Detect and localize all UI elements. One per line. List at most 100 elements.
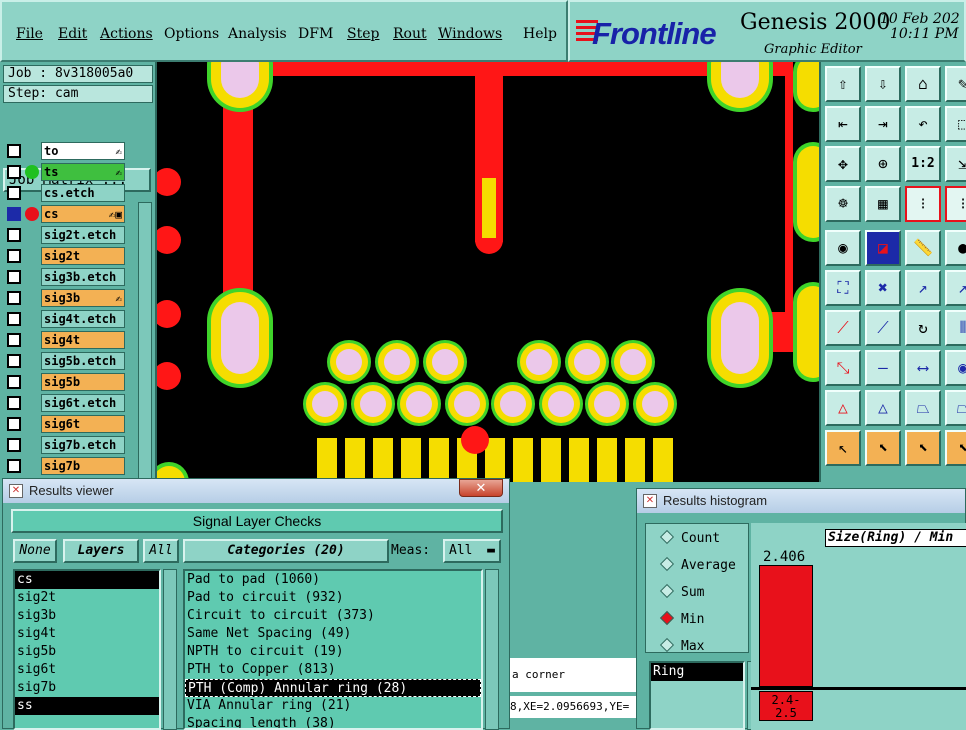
cross-icon[interactable]: ✖: [865, 270, 901, 306]
results-viewer-titlebar[interactable]: ✕ Results viewer ✕: [3, 479, 509, 503]
layer-row[interactable]: sig3b.etch: [5, 268, 125, 286]
menu-file[interactable]: File: [16, 26, 43, 42]
menu-step[interactable]: Step: [347, 26, 379, 42]
category-item[interactable]: Same Net Spacing (49): [185, 625, 481, 643]
mode-radio-max[interactable]: Max: [658, 634, 704, 660]
category-item[interactable]: Spacing length (38): [185, 715, 481, 728]
layer-row[interactable]: sig5b: [5, 373, 125, 391]
layer-name[interactable]: sig4t.etch: [41, 310, 125, 328]
layer-row[interactable]: sig5b.etch: [5, 352, 125, 370]
resize-icon[interactable]: ⇲: [945, 146, 966, 182]
none-button[interactable]: None: [13, 539, 57, 563]
layer-checkbox[interactable]: [7, 333, 21, 347]
rotate-icon[interactable]: ↻: [905, 310, 941, 346]
ruler-icon[interactable]: 📏: [905, 230, 941, 266]
layers-button[interactable]: Layers: [63, 539, 139, 563]
category-item[interactable]: VIA Annular ring (21): [185, 697, 481, 715]
graphic-canvas[interactable]: [157, 62, 819, 482]
categories-button[interactable]: Categories (20): [183, 539, 389, 563]
layer-name[interactable]: sig4t: [41, 331, 125, 349]
net-icon[interactable]: ⛶: [825, 270, 861, 306]
layer-row[interactable]: sig3b ✍: [5, 289, 125, 307]
layer-checkbox[interactable]: [7, 186, 21, 200]
layer-checkbox[interactable]: [7, 417, 21, 431]
width-icon[interactable]: ⟷: [905, 350, 941, 386]
polygon-icon[interactable]: ⏢: [945, 390, 966, 426]
triangle-red-icon[interactable]: △: [825, 390, 861, 426]
diagonal-line-icon[interactable]: ⟋: [825, 310, 861, 346]
category-item[interactable]: PTH to Copper (813): [185, 661, 481, 679]
select-net-icon[interactable]: ⬉: [945, 430, 966, 466]
layer-name[interactable]: sig2t.etch: [41, 226, 125, 244]
layers-icon[interactable]: ⁝: [945, 186, 966, 222]
result-layer-item[interactable]: sig3b: [15, 607, 159, 625]
move-right-icon[interactable]: ⇥: [865, 106, 901, 142]
layer-checkbox[interactable]: [7, 249, 21, 263]
fit-all-icon[interactable]: ✥: [825, 146, 861, 182]
zoom-area-icon[interactable]: ⬚: [945, 106, 966, 142]
line-icon[interactable]: ⟋: [865, 310, 901, 346]
layer-row[interactable]: ts ✍: [5, 163, 125, 181]
layer-list-scrollbar[interactable]: [163, 569, 177, 730]
palette-icon[interactable]: ☸: [825, 186, 861, 222]
layer-name[interactable]: sig6t.etch: [41, 394, 125, 412]
triangle-blue-icon[interactable]: △: [865, 390, 901, 426]
surface-icon[interactable]: ◪: [865, 230, 901, 266]
select-icon[interactable]: ↖: [825, 430, 861, 466]
layer-checkbox[interactable]: [7, 312, 21, 326]
result-layer-item[interactable]: sig7b: [15, 679, 159, 697]
layer-checkbox[interactable]: [7, 396, 21, 410]
line-node2-icon[interactable]: ↗: [945, 270, 966, 306]
layer-checkbox[interactable]: [7, 270, 21, 284]
layer-row[interactable]: sig2t.etch: [5, 226, 125, 244]
add-pad-icon[interactable]: ◉: [825, 230, 861, 266]
result-layer-item[interactable]: sig2t: [15, 589, 159, 607]
scale-1-2-icon[interactable]: 1:2: [905, 146, 941, 182]
pan-icon[interactable]: ⊕: [865, 146, 901, 182]
arc-pad-icon[interactable]: ◉: [945, 350, 966, 386]
field-item-ring[interactable]: Ring: [651, 663, 743, 681]
layer-name[interactable]: sig5b.etch: [41, 352, 125, 370]
layer-checkbox[interactable]: [7, 354, 21, 368]
layer-name[interactable]: sig5b: [41, 373, 125, 391]
mode-radio-sum[interactable]: Sum: [658, 580, 704, 606]
layer-name[interactable]: sig3b ✍: [41, 289, 125, 307]
category-item[interactable]: PTH (Comp) Annular ring (28): [185, 679, 481, 697]
select-box-icon[interactable]: ⬉: [865, 430, 901, 466]
mode-radio-average[interactable]: Average: [658, 553, 736, 579]
result-layer-item[interactable]: sig6t: [15, 661, 159, 679]
layer-checkbox[interactable]: [7, 228, 21, 242]
histogram-bar[interactable]: [759, 565, 813, 687]
home-icon[interactable]: ⌂: [905, 66, 941, 102]
layer-row[interactable]: sig7b.etch: [5, 436, 125, 454]
layer-name[interactable]: ts ✍: [41, 163, 125, 181]
layer-row[interactable]: sig4t: [5, 331, 125, 349]
result-layer-item[interactable]: sig4t: [15, 625, 159, 643]
mode-radio-min[interactable]: Min: [658, 607, 704, 633]
category-item[interactable]: Pad to circuit (932): [185, 589, 481, 607]
open-layer-icon[interactable]: ⇧: [825, 66, 861, 102]
pad-icon[interactable]: ●: [945, 230, 966, 266]
layer-name[interactable]: sig6t: [41, 415, 125, 433]
layer-checkbox[interactable]: [7, 144, 21, 158]
category-item[interactable]: Pad to pad (1060): [185, 571, 481, 589]
menu-actions[interactable]: Actions: [100, 26, 153, 42]
result-layer-item[interactable]: cs: [15, 571, 159, 589]
layer-row[interactable]: cs.etch: [5, 184, 125, 202]
dimension-icon[interactable]: ⤡: [825, 350, 861, 386]
layer-name[interactable]: cs ✍▣: [41, 205, 125, 223]
layer-name[interactable]: to ✍: [41, 142, 125, 160]
category-item[interactable]: Circuit to circuit (373): [185, 607, 481, 625]
undo-zoom-icon[interactable]: ↶: [905, 106, 941, 142]
close-icon[interactable]: ✕: [459, 479, 503, 497]
layer-row[interactable]: sig7b: [5, 457, 125, 475]
layer-name[interactable]: sig7b.etch: [41, 436, 125, 454]
layer-checkbox[interactable]: [7, 207, 21, 221]
menu-options[interactable]: Options: [164, 26, 219, 42]
save-layer-icon[interactable]: ⇩: [865, 66, 901, 102]
layer-checkbox[interactable]: [7, 291, 21, 305]
mirror-icon[interactable]: ⫴: [945, 310, 966, 346]
menu-dfm[interactable]: DFM: [298, 26, 333, 42]
meas-select[interactable]: All ▬: [443, 539, 501, 563]
layer-checkbox[interactable]: [7, 375, 21, 389]
